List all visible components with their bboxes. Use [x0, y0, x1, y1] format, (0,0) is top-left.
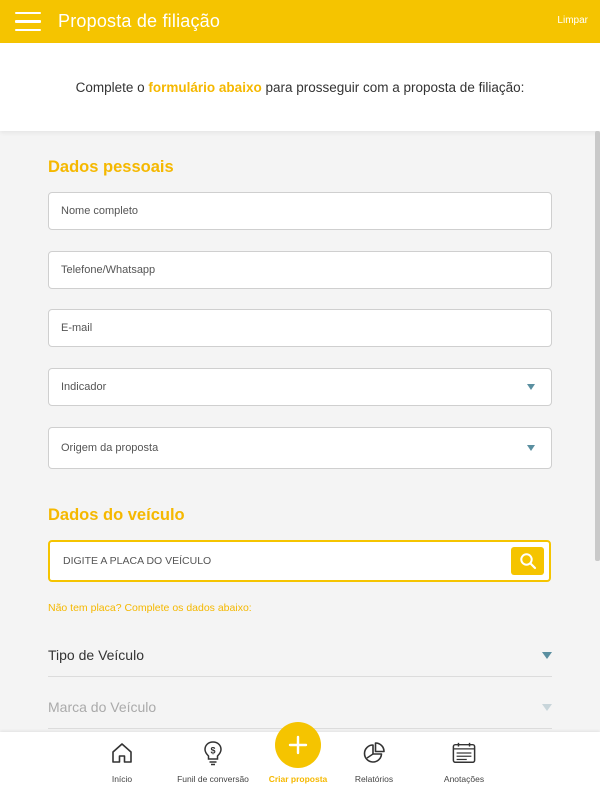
svg-text:$: $ [210, 746, 215, 756]
pie-chart-icon [362, 740, 386, 766]
notes-icon [452, 740, 476, 766]
chevron-down-icon [527, 384, 535, 390]
home-icon [110, 740, 134, 766]
section-title-vehicle: Dados do veículo [48, 506, 185, 524]
vehicle-type-select[interactable]: Tipo de Veículo [48, 633, 552, 677]
app-header: Proposta de filiação Limpar [0, 0, 600, 43]
plate-search-button[interactable] [511, 547, 544, 575]
origin-placeholder: Origem da proposta [61, 442, 159, 454]
phone-field[interactable]: Telefone/Whatsapp [48, 251, 552, 289]
lightbulb-dollar-icon: $ [201, 740, 225, 766]
name-field[interactable]: Nome completo [48, 192, 552, 230]
clear-button[interactable]: Limpar [557, 15, 588, 26]
plus-icon [288, 735, 308, 755]
email-placeholder: E-mail [61, 322, 93, 334]
nav-label-reports: Relatórios [354, 774, 394, 784]
scrollbar[interactable] [595, 131, 600, 561]
indicator-select[interactable]: Indicador [48, 368, 552, 406]
intro-text: Complete o formulário abaixo para prosse… [75, 79, 525, 95]
intro-highlight: formulário abaixo [148, 79, 262, 95]
email-field[interactable]: E-mail [48, 309, 552, 347]
nav-item-funnel[interactable]: $ Funil de conversão [168, 740, 258, 784]
plate-search-input[interactable]: DIGITE A PLACA DO VEÍCULO [48, 540, 551, 582]
vehicle-type-label: Tipo de Veículo [48, 646, 144, 663]
chevron-down-icon [527, 445, 535, 451]
nav-item-notes[interactable]: Anotações [419, 740, 509, 784]
nav-item-reports[interactable]: Relatórios [329, 740, 419, 784]
origin-select[interactable]: Origem da proposta [48, 427, 552, 469]
vehicle-brand-label: Marca do Veículo [48, 698, 157, 715]
bottom-nav: Início $ Funil de conversão Criar propos… [0, 722, 600, 800]
hamburger-menu-icon[interactable] [0, 0, 56, 43]
nav-item-home[interactable]: Início [77, 740, 167, 784]
nav-label-create: Criar proposta [268, 774, 328, 784]
nav-label-funnel: Funil de conversão [177, 774, 249, 784]
chevron-down-icon [542, 703, 552, 711]
intro-card: Complete o formulário abaixo para prosse… [0, 43, 600, 131]
plate-placeholder: DIGITE A PLACA DO VEÍCULO [63, 555, 212, 567]
name-placeholder: Nome completo [61, 205, 139, 217]
create-proposal-button[interactable] [275, 722, 321, 768]
page-title: Proposta de filiação [58, 11, 221, 31]
section-title-personal: Dados pessoais [48, 158, 174, 176]
indicator-placeholder: Indicador [61, 381, 107, 393]
no-plate-text: Não tem placa? Complete os dados abaixo: [48, 602, 252, 614]
nav-label-home: Início [111, 774, 133, 784]
phone-placeholder: Telefone/Whatsapp [61, 264, 156, 276]
search-icon [519, 553, 536, 570]
chevron-down-icon [542, 651, 552, 659]
nav-label-notes: Anotações [443, 774, 485, 784]
